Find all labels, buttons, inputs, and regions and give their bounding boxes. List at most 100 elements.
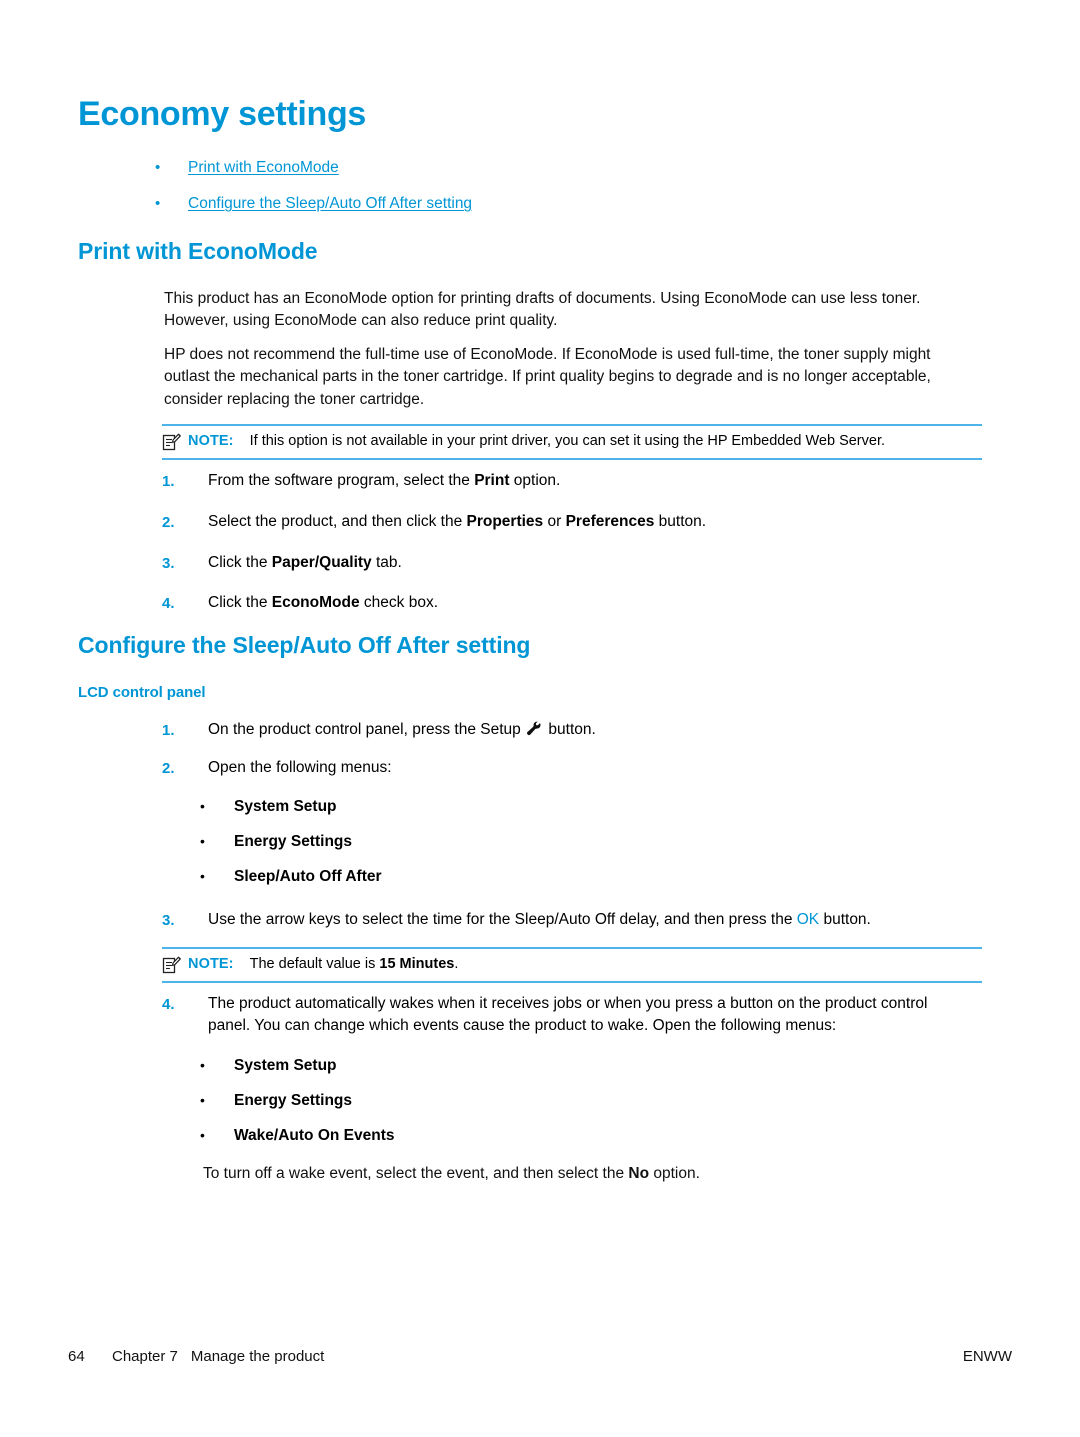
note-text: If this option is not available in your …	[249, 433, 886, 449]
paragraph-economode-intro: This product has an EconoMode option for…	[164, 290, 921, 330]
footer-page-number: 64	[68, 1348, 85, 1365]
list-item: • System Setup	[200, 1056, 900, 1076]
note-text-emphasis: 15 Minutes	[379, 956, 455, 972]
step-text-before: Click the	[208, 553, 272, 571]
page-title: Economy settings	[78, 95, 367, 133]
note-pencil-icon	[162, 433, 188, 453]
menu-item-label: Energy Settings	[234, 1092, 352, 1110]
heading-configure-sleep-auto-off: Configure the Sleep/Auto Off After setti…	[78, 632, 531, 658]
menu-path-list-wake: • System Setup • Energy Settings • Wake/…	[200, 1056, 900, 1161]
step-text-after: button.	[544, 721, 596, 738]
step-text-before: On the product control panel, press the …	[208, 721, 526, 738]
menu-item-label: System Setup	[234, 1057, 337, 1074]
link-print-with-economode[interactable]: Print with EconoMode	[188, 158, 339, 178]
note-text: The default value is 15 Minutes.	[250, 955, 982, 975]
paragraph-economode-recommendation: HP does not recommend the full-time use …	[164, 346, 931, 408]
step-item: 1. From the software program, select the…	[162, 470, 982, 493]
list-item: • Wake/Auto On Events	[200, 1126, 900, 1146]
menu-item-label: Sleep/Auto Off After	[234, 868, 382, 886]
bullet-icon: •	[200, 798, 205, 814]
list-item: • Sleep/Auto Off After	[200, 867, 900, 887]
step-text: Select the product, and then click the P…	[208, 511, 982, 533]
step-text: On the product control panel, press the …	[208, 719, 982, 741]
step-text-emphasis-2: Preferences	[565, 512, 655, 530]
list-item: • Energy Settings	[200, 832, 900, 852]
closing-text-after: option.	[649, 1165, 700, 1182]
list-item[interactable]: • Print with EconoMode	[155, 158, 955, 178]
step-item-open-menus: 2. Open the following menus:	[162, 757, 982, 780]
step-text-before: Use the arrow keys to select the time fo…	[208, 911, 797, 928]
step-text-mid: or	[543, 512, 566, 530]
note-text-before: The default value is	[249, 956, 380, 972]
wrench-icon	[526, 721, 543, 736]
step-text-emphasis: Properties	[466, 512, 544, 530]
step-text: Click the Paper/Quality tab.	[208, 552, 982, 574]
footer-left: 64 Chapter 7 Manage the product	[68, 1348, 324, 1365]
step-item-wake-events: 4. The product automatically wakes when …	[162, 993, 962, 1038]
step-item: 3. Click the Paper/Quality tab.	[162, 552, 982, 575]
step-text-after: check box.	[359, 594, 438, 612]
heading-print-with-economode: Print with EconoMode	[78, 238, 318, 264]
step-number: 1.	[162, 722, 175, 739]
step-item: 4. Click the EconoMode check box.	[162, 592, 982, 615]
menu-path-list-sleep: • System Setup • Energy Settings • Sleep…	[200, 797, 900, 902]
menu-item-label: Wake/Auto On Events	[234, 1127, 395, 1145]
step-text-before: Click the	[208, 594, 272, 612]
page-footer: 64 Chapter 7 Manage the product ENWW	[68, 1348, 1012, 1365]
link-configure-sleep-auto-off[interactable]: Configure the Sleep/Auto Off After setti…	[188, 194, 472, 214]
step-text: Click the EconoMode check box.	[208, 592, 982, 614]
step-number: 4.	[162, 595, 175, 613]
footer-chapter: Chapter 7	[112, 1348, 178, 1365]
note-callout-default-value: NOTE: The default value is 15 Minutes.	[162, 947, 982, 983]
step-item-select-time: 3. Use the arrow keys to select the time…	[162, 909, 992, 932]
paragraph-turn-off-wake-event: To turn off a wake event, select the eve…	[203, 1163, 993, 1185]
bullet-icon: •	[200, 833, 205, 850]
bullet-icon: •	[200, 1092, 205, 1109]
bullet-icon: •	[200, 1127, 205, 1144]
step-item-setup-button: 1. On the product control panel, press t…	[162, 719, 982, 742]
note-label: NOTE:	[188, 433, 234, 449]
menu-item-label: System Setup	[234, 798, 337, 815]
note-text-after: .	[454, 956, 459, 972]
step-text-after: option.	[509, 472, 561, 489]
step-text: From the software program, select the Pr…	[208, 470, 982, 492]
step-text-before: Select the product, and then click the	[208, 512, 467, 530]
step-text-after: button.	[819, 911, 871, 928]
step-text: Use the arrow keys to select the time fo…	[208, 909, 992, 931]
step-text-after: tab.	[371, 553, 402, 571]
step-text-emphasis: EconoMode	[271, 594, 360, 612]
ok-key-label: OK	[796, 911, 820, 928]
footer-locale: ENWW	[962, 1348, 1012, 1365]
footer-chapter-title: Manage the product	[190, 1348, 325, 1365]
list-item[interactable]: • Configure the Sleep/Auto Off After set…	[155, 194, 955, 214]
step-item: 2. Select the product, and then click th…	[162, 511, 982, 534]
procedure-economode-steps: 1. From the software program, select the…	[162, 470, 982, 633]
closing-text-emphasis: No	[628, 1165, 650, 1182]
note-callout-web-server: NOTE: If this option is not available in…	[162, 424, 982, 460]
step-number: 3.	[162, 912, 175, 929]
list-item: • System Setup	[200, 797, 900, 817]
step-text: Open the following menus:	[208, 759, 392, 776]
note-pencil-icon	[162, 956, 188, 976]
step-text-before: From the software program, select the	[208, 472, 475, 489]
step-text-after: button.	[654, 512, 707, 530]
step-number: 1.	[162, 473, 175, 490]
bullet-icon: •	[155, 195, 161, 213]
step-text-emphasis: Paper/Quality	[271, 553, 372, 571]
section-link-list: • Print with EconoMode • Configure the S…	[155, 158, 955, 230]
bullet-icon: •	[200, 868, 205, 885]
menu-item-label: Energy Settings	[234, 833, 352, 851]
step-text-emphasis: Print	[474, 472, 510, 489]
bullet-icon: •	[200, 1057, 205, 1073]
note-label: NOTE:	[188, 956, 234, 972]
closing-text-before: To turn off a wake event, select the eve…	[203, 1165, 629, 1182]
step-number: 4.	[162, 996, 175, 1013]
subheading-lcd-control-panel: LCD control panel	[78, 684, 206, 701]
list-item: • Energy Settings	[200, 1091, 900, 1111]
document-page: Economy settings • Print with EconoMode …	[0, 0, 1080, 1437]
step-number: 3.	[162, 554, 175, 572]
step-number: 2.	[162, 513, 175, 531]
step-number: 2.	[162, 760, 175, 777]
bullet-icon: •	[155, 159, 161, 176]
step-text: The product automatically wakes when it …	[208, 995, 928, 1035]
